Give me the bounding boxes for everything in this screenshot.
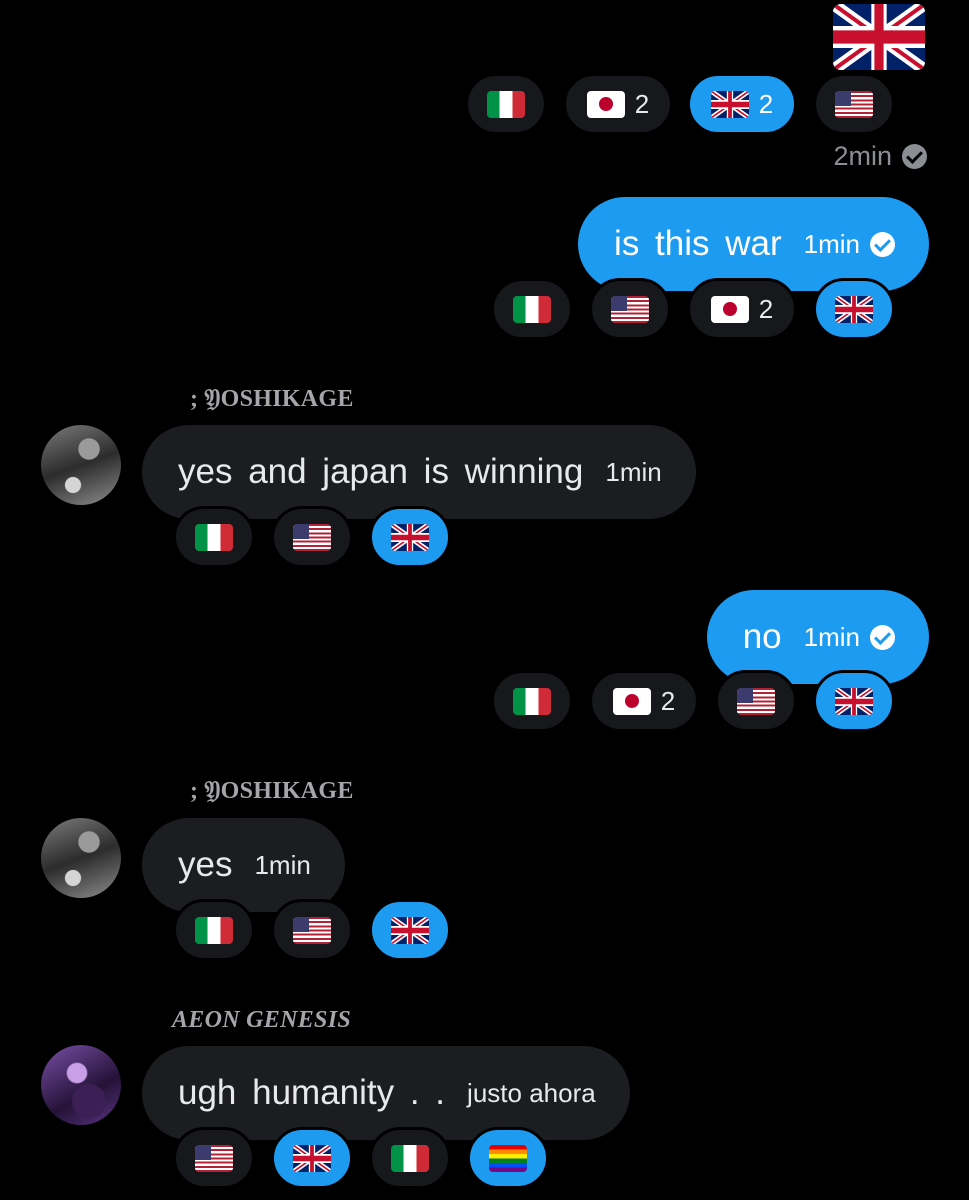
reaction-it[interactable]: [369, 1127, 451, 1189]
reaction-us[interactable]: [271, 506, 353, 568]
sent-check-icon: [870, 624, 895, 650]
message-text: yes and japan is winning: [178, 452, 584, 491]
sent-check-icon: [870, 231, 895, 257]
sender-name: ; 𝔜OSHIKAGE: [190, 778, 354, 804]
reaction-rainbow[interactable]: [467, 1127, 549, 1189]
flag-gb-icon: [391, 523, 429, 551]
message-time: 1min: [254, 849, 311, 880]
reaction-jp[interactable]: 2: [563, 73, 673, 135]
flag-it-icon: [513, 295, 551, 323]
message-text: yes: [178, 845, 233, 884]
sticker-gb-flag: [833, 4, 925, 70]
flag-it-icon: [391, 1144, 429, 1172]
reaction-count: 2: [660, 685, 676, 716]
message-time: 1min: [803, 621, 860, 652]
flag-gb-icon: [293, 1144, 331, 1172]
reaction-gb[interactable]: [271, 1127, 353, 1189]
flag-it-icon: [195, 916, 233, 944]
avatar[interactable]: [41, 425, 121, 505]
reaction-jp[interactable]: 2: [687, 278, 797, 340]
flag-gb-icon: [835, 687, 873, 715]
flag-jp-icon: [612, 687, 651, 715]
flag-gb-icon: [391, 916, 429, 944]
reaction-us[interactable]: [813, 73, 895, 135]
flag-it-icon: [513, 687, 551, 715]
reaction-gb[interactable]: [813, 278, 895, 340]
reaction-it[interactable]: [465, 73, 547, 135]
reaction-it[interactable]: [173, 899, 255, 961]
reaction-gb[interactable]: 2: [687, 73, 797, 135]
reaction-it[interactable]: [491, 670, 573, 732]
flag-us-icon: [195, 1144, 233, 1172]
reaction-count: 2: [634, 88, 650, 119]
incoming-message-bubble[interactable]: yes and japan is winning 1min: [142, 425, 696, 519]
flag-us-icon: [293, 916, 331, 944]
reaction-us[interactable]: [173, 1127, 255, 1189]
sender-name: AEON GENESIS: [172, 1007, 351, 1033]
message-meta: 2min: [833, 141, 927, 172]
flag-jp-icon: [710, 295, 749, 323]
reaction-us[interactable]: [271, 899, 353, 961]
message-time: 1min: [803, 228, 860, 259]
reaction-it[interactable]: [173, 506, 255, 568]
flag-us-icon: [737, 687, 775, 715]
sender-name: ; 𝔜OSHIKAGE: [190, 386, 354, 412]
message-time: 1min: [605, 456, 662, 487]
flag-gb-icon: [710, 90, 749, 118]
message-text: is this war: [614, 224, 782, 263]
reaction-jp[interactable]: 2: [589, 670, 699, 732]
flag-us-icon: [293, 523, 331, 551]
message-time: justo ahora: [467, 1077, 596, 1108]
message-text: ugh humanity . .: [178, 1073, 446, 1112]
incoming-message-bubble[interactable]: yes 1min: [142, 818, 345, 912]
reaction-gb[interactable]: [813, 670, 895, 732]
read-check-icon: [902, 144, 927, 169]
reaction-us[interactable]: [589, 278, 671, 340]
flag-jp-icon: [586, 90, 625, 118]
flag-us-icon: [611, 295, 649, 323]
rainbow-flag-icon: [489, 1144, 527, 1172]
incoming-message-bubble[interactable]: ugh humanity . . justo ahora: [142, 1046, 630, 1140]
reaction-count: 2: [758, 293, 774, 324]
avatar[interactable]: [41, 818, 121, 898]
flag-it-icon: [487, 90, 525, 118]
reaction-it[interactable]: [491, 278, 573, 340]
reaction-us[interactable]: [715, 670, 797, 732]
message-time: 2min: [833, 141, 892, 171]
flag-us-icon: [835, 90, 873, 118]
outgoing-message-bubble[interactable]: is this war 1min: [578, 197, 929, 291]
reaction-gb[interactable]: [369, 506, 451, 568]
flag-gb-icon: [833, 4, 925, 70]
flag-gb-icon: [835, 295, 873, 323]
message-text: no: [742, 617, 782, 656]
reaction-count: 2: [758, 88, 774, 119]
avatar[interactable]: [41, 1045, 121, 1125]
reaction-gb[interactable]: [369, 899, 451, 961]
flag-it-icon: [195, 523, 233, 551]
